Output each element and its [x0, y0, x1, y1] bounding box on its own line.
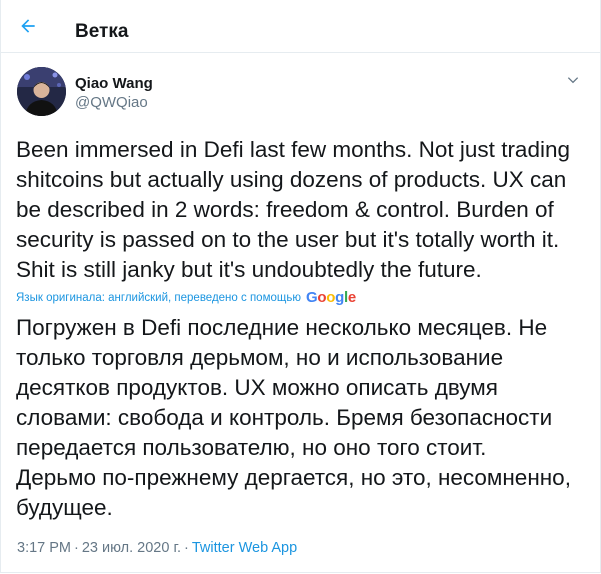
avatar[interactable] [17, 67, 66, 116]
page-title: Ветка [75, 21, 129, 42]
author-name[interactable]: Qiao Wang [75, 75, 153, 93]
page-header: Ветка [0, 0, 601, 53]
back-button[interactable] [12, 12, 44, 44]
translation-note-text: Язык оригинала: английский, переведено с… [16, 292, 301, 304]
arrow-left-icon [18, 16, 38, 41]
tweet-date[interactable]: 23 июл. 2020 г. [82, 540, 181, 556]
meta-separator: · [74, 540, 79, 556]
translation-note: Язык оригинала: английский, переведено с… [16, 289, 356, 306]
google-logo: Google [305, 289, 356, 306]
tweet-text: Been immersed in Defi last few months. N… [16, 137, 570, 282]
tweet-time[interactable]: 3:17 PM [17, 540, 71, 556]
translated-text: Погружен в Defi последние несколько меся… [16, 315, 571, 520]
meta-separator: · [184, 540, 189, 556]
chevron-down-icon [566, 73, 580, 92]
author-handle[interactable]: @QWQiao [75, 94, 148, 112]
tweet-source-link[interactable]: Twitter Web App [192, 540, 297, 556]
tweet-meta: 3:17 PM · 23 июл. 2020 г. · Twitter Web App [17, 539, 297, 557]
tweet-menu-button[interactable] [563, 72, 583, 92]
